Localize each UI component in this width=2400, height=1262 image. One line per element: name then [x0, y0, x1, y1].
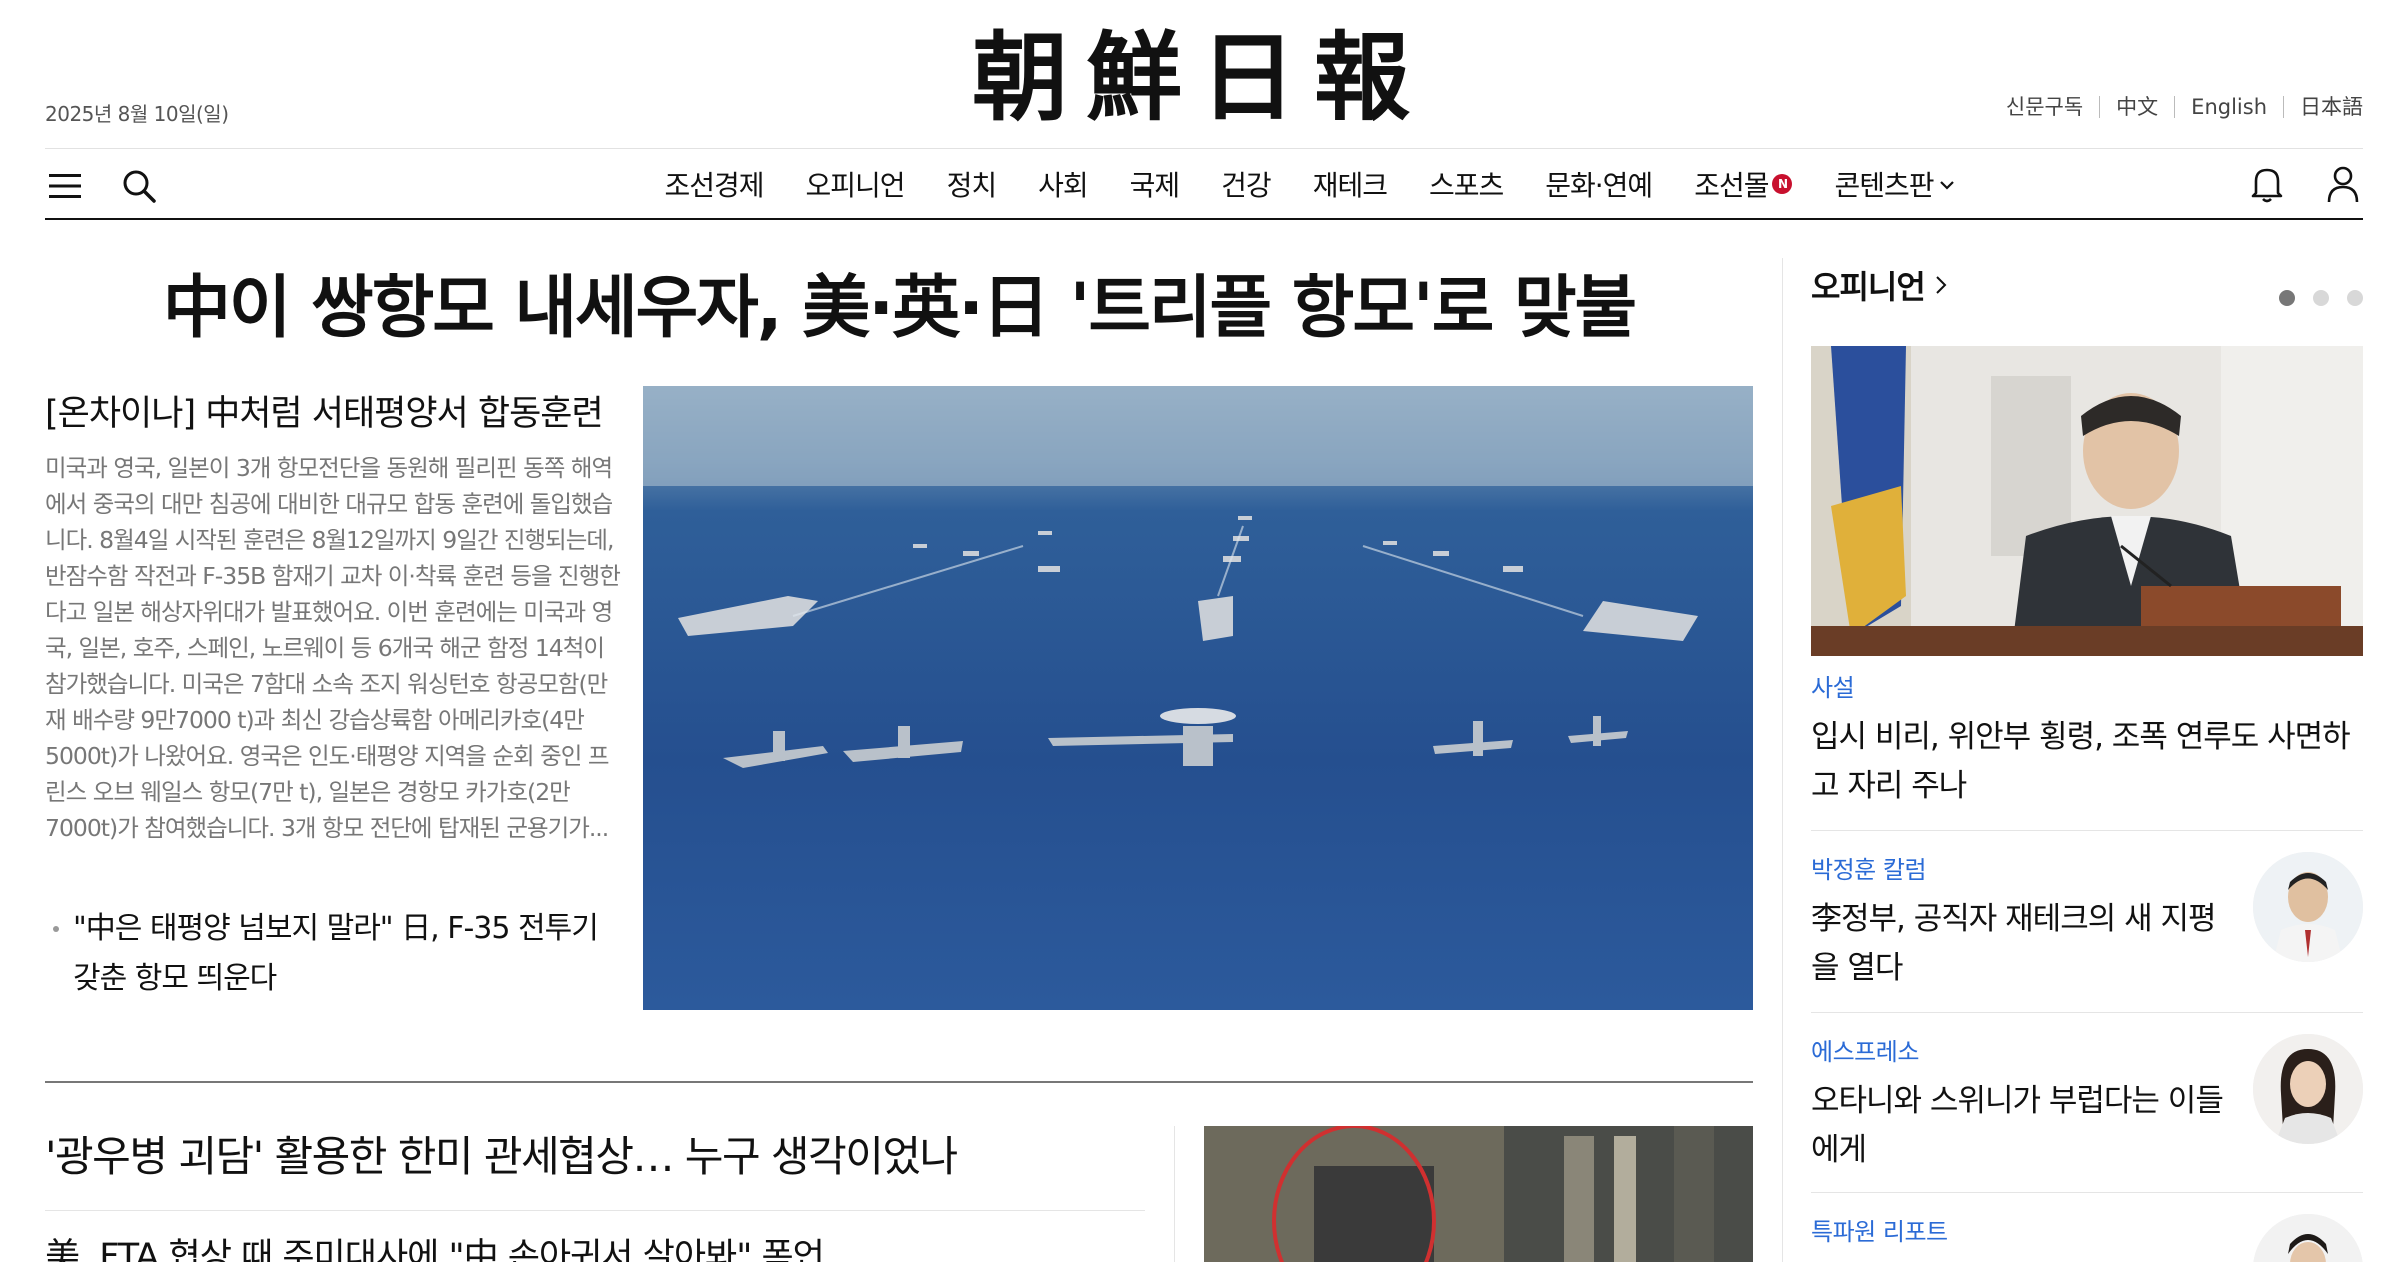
opinion-item-espresso[interactable]: 에스프레소 오타니와 스위니가 부럽다는 이들에게: [1811, 1032, 2231, 1175]
english-link[interactable]: English: [2174, 96, 2283, 118]
masthead-date: 2025년 8월 10일(일): [45, 102, 229, 126]
nav-item-sports[interactable]: 스포츠: [1429, 164, 1504, 204]
opinion-headline[interactable]: 李정부, 공직자 재테크의 새 지평을 열다: [1811, 895, 2231, 993]
opinion-category[interactable]: 에스프레소: [1811, 1032, 2231, 1067]
nav-item-society[interactable]: 사회: [1038, 164, 1089, 204]
nav-item-opinion[interactable]: 오피니언: [806, 164, 906, 204]
nav-item-international[interactable]: 국제: [1130, 164, 1181, 204]
language-links: 신문구독 中文 English 日本語: [1990, 96, 2363, 118]
opinion-separator: [1811, 1012, 2363, 1013]
lead-related-link[interactable]: "中은 태평양 넘보지 말라" 日, F-35 전투기 갖춘 항모 띄운다: [45, 904, 625, 1004]
bell-icon[interactable]: [2247, 164, 2287, 204]
opinion-category[interactable]: 특파원 리포트: [1811, 1212, 2231, 1247]
opinion-title-label: 오피니언: [1811, 268, 1926, 306]
columnist-avatar[interactable]: [2253, 1214, 2363, 1262]
opinion-headline[interactable]: 오타니와 스위니가 부럽다는 이들에게: [1811, 1077, 2231, 1175]
nav-item-politics[interactable]: 정치: [947, 164, 998, 204]
opinion-item-editorial[interactable]: 사설 입시 비리, 위안부 횡령, 조폭 연루도 사면하고 자리 주나: [1811, 668, 2363, 811]
subscribe-link[interactable]: 신문구독: [1990, 96, 2099, 118]
chevron-down-icon: [1939, 174, 1954, 195]
new-badge: N: [1772, 174, 1793, 194]
logo-text: 朝鮮日報: [972, 20, 1428, 134]
nav-item-finance[interactable]: 재테크: [1313, 164, 1388, 204]
carousel-dot-3[interactable]: [2347, 290, 2363, 306]
site-logo[interactable]: 朝鮮日報: [960, 14, 1440, 134]
sidebar-divider: [1782, 258, 1783, 1262]
columnist-avatar[interactable]: [2253, 1034, 2363, 1144]
carousel-dot-1[interactable]: [2279, 290, 2295, 306]
story-headline-secondary[interactable]: 美, FTA 협상 때 주미대사에 "中 손아귀서 살아봐" 폭언: [45, 1228, 825, 1262]
opinion-separator: [1811, 1192, 2363, 1193]
nav-item-content-dropdown[interactable]: 콘텐츠판: [1834, 164, 1954, 204]
carousel-dots: [2279, 290, 2363, 306]
lead-photo-carrier-fleet[interactable]: [643, 386, 1753, 1010]
nav-item-culture[interactable]: 문화·연예: [1545, 164, 1653, 204]
nav-item-economy[interactable]: 조선경제: [664, 164, 764, 204]
nav-categories: 조선경제 오피니언 정치 사회 국제 건강 재테크 스포츠 문화·연예 조선몰 …: [45, 150, 2363, 218]
chinese-link[interactable]: 中文: [2099, 96, 2174, 118]
header-divider: [45, 148, 2363, 149]
opinion-item-correspondent[interactable]: 특파원 리포트: [1811, 1212, 2231, 1247]
chevron-right-icon: [1935, 269, 1947, 302]
japanese-link[interactable]: 日本語: [2283, 96, 2363, 118]
nav-item-health[interactable]: 건강: [1221, 164, 1272, 204]
carousel-dot-2[interactable]: [2313, 290, 2329, 306]
story-column-divider: [1174, 1126, 1175, 1262]
section-divider: [45, 1081, 1753, 1083]
opinion-photo-meeting[interactable]: [1811, 346, 2363, 656]
nav-item-chosun-mall-label: 조선몰: [1694, 169, 1769, 202]
lead-summary[interactable]: 미국과 영국, 일본이 3개 항모전단을 동원해 필리핀 동쪽 해역에서 중국의…: [45, 450, 621, 846]
opinion-item-column[interactable]: 박정훈 칼럼 李정부, 공직자 재테크의 새 지평을 열다: [1811, 850, 2231, 993]
story-headline[interactable]: '광우병 괴담' 활용한 한미 관세협상… 누구 생각이었나: [45, 1123, 958, 1184]
story-photo-escalator[interactable]: [1204, 1126, 1753, 1262]
nav-right-tools: [2247, 164, 2363, 204]
columnist-avatar[interactable]: [2253, 852, 2363, 962]
main-nav: 조선경제 오피니언 정치 사회 국제 건강 재테크 스포츠 문화·연예 조선몰 …: [45, 150, 2363, 220]
lead-subtitle[interactable]: [온차이나] 中처럼 서태평양서 합동훈련: [45, 385, 625, 436]
nav-item-content-label: 콘텐츠판: [1834, 169, 1934, 202]
opinion-separator: [1811, 830, 2363, 831]
story-divider: [45, 1210, 1145, 1211]
opinion-section-title[interactable]: 오피니언: [1811, 262, 1947, 308]
opinion-category[interactable]: 사설: [1811, 668, 2363, 703]
user-icon[interactable]: [2323, 164, 2363, 204]
nav-item-chosun-mall[interactable]: 조선몰 N: [1694, 164, 1793, 204]
main-headline[interactable]: 中이 쌍항모 내세우자, 美·英·日 '트리플 항모'로 맞불: [45, 268, 1753, 350]
opinion-headline[interactable]: 입시 비리, 위안부 횡령, 조폭 연루도 사면하고 자리 주나: [1811, 713, 2363, 811]
opinion-category[interactable]: 박정훈 칼럼: [1811, 850, 2231, 885]
